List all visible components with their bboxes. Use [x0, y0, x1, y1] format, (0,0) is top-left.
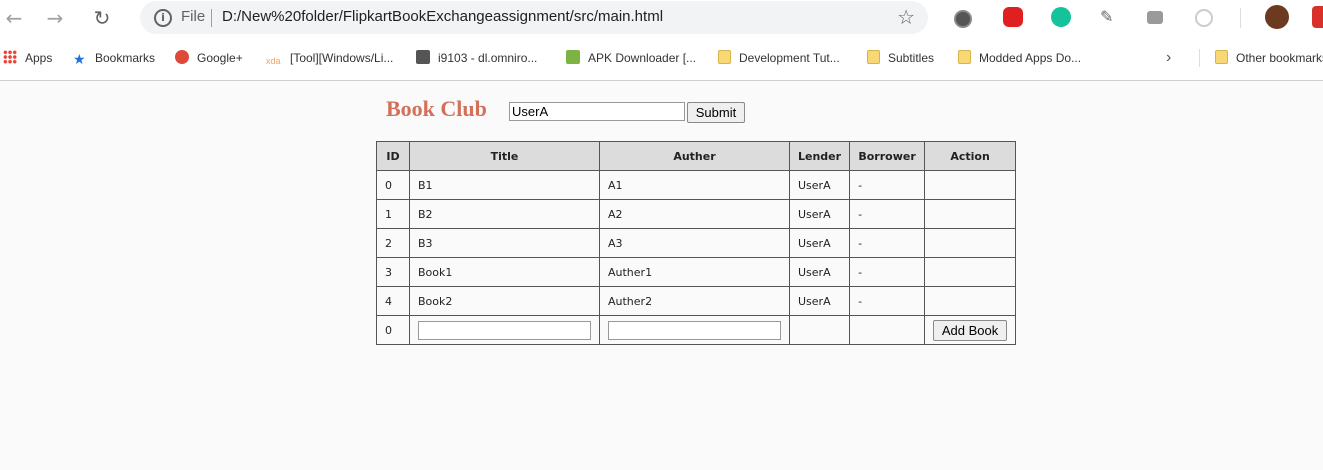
- extension-circle-icon[interactable]: [1195, 9, 1213, 27]
- cell-title: Book2: [409, 286, 600, 316]
- cell-lender: UserA: [788, 199, 851, 229]
- user-input[interactable]: [509, 102, 685, 121]
- cell-title: Book1: [409, 257, 600, 287]
- bookmark-bookmarks[interactable]: ★ Bookmarks: [73, 49, 155, 67]
- cell-lender: UserA: [788, 228, 851, 258]
- column-header-auther: Auther: [599, 141, 790, 171]
- browser-toolbar: ← → ↻ i File D:/New%20folder/FlipkartBoo…: [0, 0, 1323, 36]
- cell-id: 0: [376, 170, 410, 200]
- new-book-row: 0 Add Book: [376, 315, 1017, 345]
- bookmark-other[interactable]: Other bookmarks: [1215, 49, 1323, 67]
- info-icon[interactable]: i: [154, 9, 172, 27]
- url-text[interactable]: D:/New%20folder/FlipkartBookExchangeassi…: [222, 8, 663, 25]
- add-book-button[interactable]: Add Book: [933, 319, 1008, 341]
- cell-action: [924, 228, 1017, 258]
- reload-icon[interactable]: ↻: [90, 6, 114, 30]
- cell-borrower: -: [849, 228, 926, 258]
- extension-shield-icon[interactable]: [1003, 7, 1023, 27]
- column-header-lender: Lender: [788, 141, 851, 171]
- cell-action: [924, 286, 1017, 316]
- cell-action: [924, 257, 1017, 287]
- cell-action: [924, 199, 1017, 229]
- bookmark-apps[interactable]: Apps: [3, 49, 52, 67]
- address-bar[interactable]: i File D:/New%20folder/FlipkartBookExcha…: [140, 1, 928, 34]
- column-header-title: Title: [409, 141, 600, 171]
- xda-icon: xda: [266, 56, 281, 66]
- eyedropper-icon[interactable]: ✎: [1100, 7, 1120, 27]
- bookmark-xda-tool[interactable]: xda [Tool][Windows/Li...: [266, 49, 393, 67]
- bookmark-i9103[interactable]: i9103 - dl.omniro...: [416, 49, 537, 67]
- grammarly-icon[interactable]: [1051, 7, 1071, 27]
- forward-icon[interactable]: →: [43, 6, 67, 30]
- submit-button[interactable]: Submit: [687, 102, 745, 123]
- extension-record-icon[interactable]: [954, 10, 972, 28]
- cell-id: 2: [376, 228, 410, 258]
- bookmark-subtitles[interactable]: Subtitles: [867, 49, 934, 67]
- new-book-lender-cell: [788, 315, 851, 345]
- column-header-id: ID: [376, 141, 410, 171]
- menu-badge-icon[interactable]: [1312, 6, 1323, 28]
- bookmark-google-plus[interactable]: Google+: [175, 49, 243, 67]
- apps-grid-icon: [3, 50, 17, 64]
- table-row: 1 B2 A2 UserA -: [376, 199, 1017, 229]
- folder-icon: [958, 50, 971, 64]
- cell-lender: UserA: [788, 257, 851, 287]
- cell-auther: Auther1: [599, 257, 790, 287]
- bookmark-star-icon[interactable]: ☆: [897, 5, 915, 29]
- table-header-row: ID Title Auther Lender Borrower Action: [376, 141, 1017, 171]
- table-row: 0 B1 A1 UserA -: [376, 170, 1017, 200]
- cell-id: 3: [376, 257, 410, 287]
- cell-borrower: -: [849, 257, 926, 287]
- scheme-label: File: [181, 8, 206, 25]
- bookmark-development[interactable]: Development Tut...: [718, 49, 840, 67]
- new-book-auther-cell: [599, 315, 790, 345]
- cell-title: B3: [409, 228, 600, 258]
- chevron-right-icon[interactable]: ›: [1166, 49, 1171, 67]
- column-header-borrower: Borrower: [849, 141, 926, 171]
- books-table: ID Title Auther Lender Borrower Action 0…: [376, 141, 1017, 345]
- cell-borrower: -: [849, 286, 926, 316]
- new-book-borrower-cell: [849, 315, 926, 345]
- table-row: 4 Book2 Auther2 UserA -: [376, 286, 1017, 316]
- cell-auther: A3: [599, 228, 790, 258]
- divider: [1240, 8, 1241, 28]
- table-row: 2 B3 A3 UserA -: [376, 228, 1017, 258]
- cell-auther: Auther2: [599, 286, 790, 316]
- column-header-action: Action: [924, 141, 1017, 171]
- cell-id: 1: [376, 199, 410, 229]
- cell-title: B2: [409, 199, 600, 229]
- bookmark-apk-downloader[interactable]: APK Downloader [...: [566, 49, 696, 67]
- cell-borrower: -: [849, 199, 926, 229]
- back-icon[interactable]: ←: [2, 6, 26, 30]
- cell-auther: A2: [599, 199, 790, 229]
- folder-icon: [867, 50, 880, 64]
- new-book-id: 0: [376, 315, 410, 345]
- auther-input[interactable]: [608, 320, 781, 340]
- camera-icon[interactable]: [1147, 11, 1163, 24]
- cell-borrower: -: [849, 170, 926, 200]
- new-book-title-cell: [409, 315, 600, 345]
- page-title: Book Club: [386, 96, 487, 121]
- folder-icon: [416, 50, 430, 64]
- divider: [211, 9, 212, 27]
- table-row: 3 Book1 Auther1 UserA -: [376, 257, 1017, 287]
- cell-id: 4: [376, 286, 410, 316]
- cell-title: B1: [409, 170, 600, 200]
- google-plus-icon: [175, 50, 189, 64]
- bookmarks-bar: Apps ★ Bookmarks Google+ xda [Tool][Window…: [0, 36, 1323, 81]
- folder-icon: [1215, 50, 1228, 64]
- cell-lender: UserA: [788, 286, 851, 316]
- cell-action: [924, 170, 1017, 200]
- folder-icon: [718, 50, 731, 64]
- title-input[interactable]: [418, 320, 591, 340]
- star-icon: ★: [73, 51, 86, 67]
- avatar[interactable]: [1265, 5, 1289, 29]
- divider: [1199, 49, 1200, 67]
- bookmark-modded-apps[interactable]: Modded Apps Do...: [958, 49, 1081, 67]
- cell-auther: A1: [599, 170, 790, 200]
- cell-lender: UserA: [788, 170, 851, 200]
- image-icon: [566, 50, 580, 64]
- new-book-action-cell: Add Book: [924, 315, 1017, 345]
